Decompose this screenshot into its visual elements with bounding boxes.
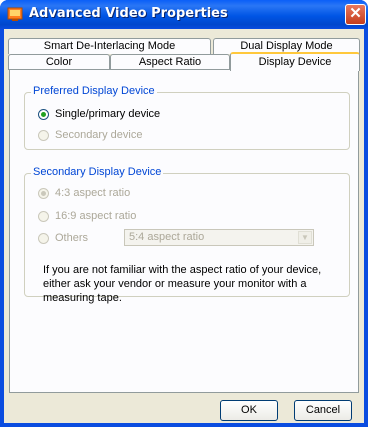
title-bar[interactable]: Advanced Video Properties ✕ [0, 0, 368, 29]
others-aspect-select[interactable]: 5:4 aspect ratio ▼ [124, 229, 314, 246]
tab-smart-deinterlacing[interactable]: Smart De-Interlacing Mode [8, 38, 211, 54]
preferred-display-title: Preferred Display Device [31, 85, 157, 97]
aspect-ratio-help-text: If you are not familiar with the aspect … [43, 264, 322, 304]
radio-checked-icon[interactable] [38, 187, 49, 199]
tab-display-device[interactable]: Display Device [230, 52, 360, 71]
radio-icon[interactable] [38, 210, 49, 222]
ok-button[interactable]: OK [220, 400, 278, 421]
chevron-down-icon[interactable]: ▼ [298, 231, 312, 244]
tab-color[interactable]: Color [8, 54, 110, 70]
close-icon: ✕ [349, 5, 362, 22]
close-button[interactable]: ✕ [345, 4, 366, 25]
radio-label: Secondary device [55, 129, 143, 141]
radio-aspect-4-3[interactable]: 4:3 aspect ratio [38, 187, 130, 199]
radio-icon[interactable] [38, 232, 49, 244]
tab-aspect-ratio[interactable]: Aspect Ratio [110, 54, 230, 70]
cancel-button[interactable]: Cancel [294, 400, 352, 421]
radio-checked-icon[interactable] [38, 108, 49, 120]
dialog-window: Advanced Video Properties ✕ Smart De-Int… [0, 0, 368, 427]
radio-label: Others [55, 232, 89, 244]
radio-aspect-16-9[interactable]: 16:9 aspect ratio [38, 210, 136, 222]
secondary-display-title: Secondary Display Device [31, 166, 164, 178]
radio-label: 16:9 aspect ratio [55, 210, 137, 222]
display-settings-icon [7, 7, 23, 21]
display-device-panel: Preferred Display Device Single/primary … [9, 69, 359, 393]
preferred-display-group: Preferred Display Device Single/primary … [24, 85, 350, 150]
radio-label: Single/primary device [55, 108, 161, 120]
radio-others[interactable]: Others [38, 232, 88, 244]
radio-label: 4:3 aspect ratio [55, 187, 131, 199]
radio-single-primary[interactable]: Single/primary device [38, 108, 160, 120]
radio-secondary[interactable]: Secondary device [38, 129, 142, 141]
radio-icon[interactable] [38, 129, 49, 141]
window-title: Advanced Video Properties [29, 6, 228, 21]
select-value: 5:4 aspect ratio [129, 231, 205, 243]
